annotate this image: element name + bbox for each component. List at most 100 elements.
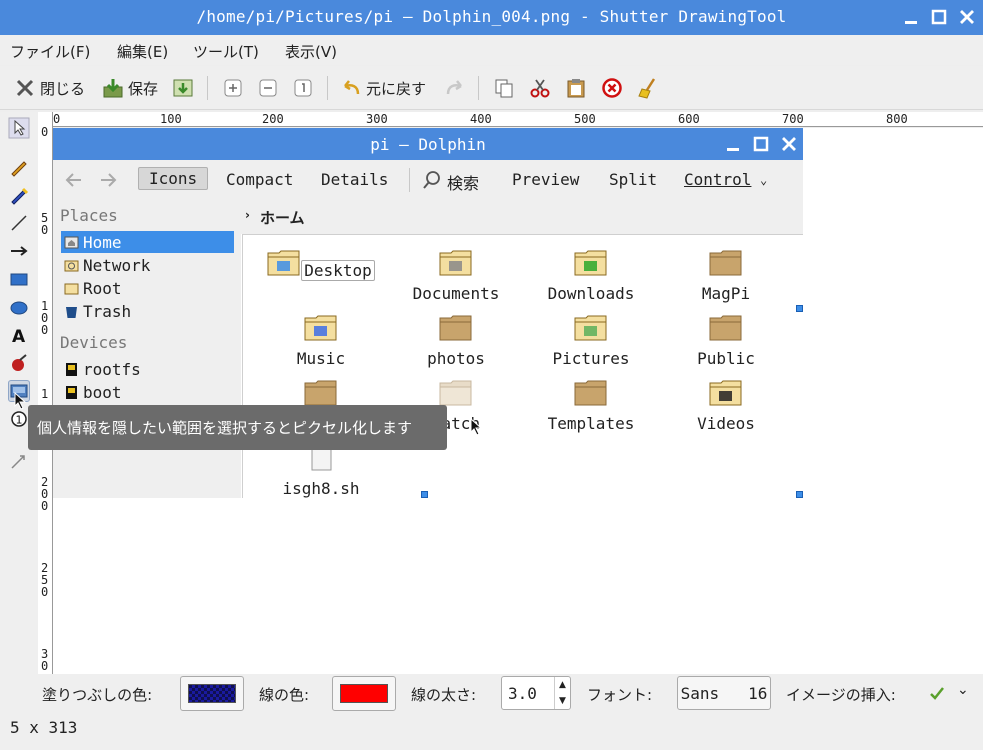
maximize-button[interactable] [930,8,948,26]
view-compact-button[interactable]: Compact [226,170,293,189]
menu-tools[interactable]: ツール(T) [193,41,259,62]
status-bar: 5 x 313 [0,714,983,750]
ruler-label: 2 0 0 [41,475,49,513]
file-item-label: Desktop [301,260,375,281]
clear-button[interactable] [637,76,663,100]
chevron-down-icon[interactable]: ⌄ [957,682,969,698]
folder-documents-icon [439,250,472,276]
file-item[interactable]: Videos [666,378,786,433]
checkmark-icon[interactable] [929,685,945,701]
export-icon [173,79,193,97]
view-icons-button[interactable]: Icons [138,167,209,190]
line-icon [11,215,27,231]
place-item-trash[interactable]: Trash [61,300,234,322]
view-details-button[interactable]: Details [321,170,388,189]
crop-tool[interactable] [8,450,30,472]
trash-icon [66,306,77,318]
place-item-label: Trash [83,301,132,321]
place-item-network[interactable]: Network [61,254,234,276]
select-tool[interactable] [8,117,30,139]
cut-button[interactable] [529,76,555,100]
line-width-value: 3.0 [508,684,537,703]
font-button[interactable]: Sans 16 [677,676,771,710]
file-item[interactable]: Music [261,313,381,368]
close-window-button[interactable] [958,8,976,26]
file-item[interactable]: MagPi [666,248,786,303]
chevron-down-icon: ⌄ [760,173,768,187]
control-menu-button[interactable]: Control [684,170,751,189]
file-item-label: Downloads [547,284,635,303]
file-item[interactable]: isgh8.sh [261,443,381,498]
file-item-label: Videos [697,414,755,433]
resize-handle[interactable] [796,305,803,312]
place-item-home[interactable]: Home [61,231,234,253]
undo-button[interactable]: 元に戻す [340,76,426,100]
resize-handle[interactable] [421,491,428,498]
copy-button[interactable] [493,76,519,100]
file-item[interactable]: Templates [531,378,651,433]
file-item[interactable]: Pictures [531,313,651,368]
menu-edit[interactable]: 編集(E) [117,41,168,62]
ruler-label: 300 [366,112,388,126]
device-item-boot[interactable]: boot [61,381,234,403]
ellipse-tool[interactable] [8,296,30,318]
file-item[interactable]: photos [396,313,516,368]
device-item-rootfs[interactable]: rootfs [61,358,234,380]
highlighter-icon [11,187,29,205]
highlighter-tool[interactable] [8,184,30,206]
save-button[interactable]: 保存 [102,76,158,100]
zoom-100-button[interactable] [292,76,318,100]
close-button[interactable]: 閉じる [14,76,85,100]
spin-down-icon[interactable]: ▼ [554,693,570,709]
spin-up-icon[interactable]: ▲ [554,677,570,693]
export-button[interactable] [172,76,198,100]
split-button[interactable]: Split [609,170,657,189]
menu-file[interactable]: ファイル(F) [10,41,90,62]
text-icon: A [12,327,26,347]
number-tool[interactable]: 1 [8,408,30,430]
file-item-label: Pictures [552,349,630,368]
save-button-label: 保存 [128,79,159,98]
broom-icon [638,78,656,99]
resize-handle[interactable] [796,491,803,498]
censor-tool[interactable] [8,352,30,374]
fill-color-button[interactable] [180,676,244,711]
zoom-in-button[interactable] [222,76,248,100]
file-item[interactable]: Desktop [261,248,381,281]
folder-videos-icon [709,380,742,406]
line-tool[interactable] [8,212,30,234]
svg-text:1: 1 [16,414,23,427]
breadcrumb-home[interactable]: ホーム [260,207,305,228]
folder-downloads-icon [574,250,607,276]
line-color-button[interactable] [332,676,396,711]
toolbar-separator [327,76,328,100]
file-item-label: Templates [547,414,635,433]
window-title: /home/pi/Pictures/pi — Dolphin_004.png -… [196,7,787,26]
file-item[interactable]: Public [666,313,786,368]
undo-button-label: 元に戻す [366,79,427,98]
delete-button[interactable] [601,76,627,100]
text-tool[interactable]: A [8,324,30,347]
arrow-tool[interactable] [8,240,30,262]
redo-button[interactable] [444,76,470,100]
menu-view[interactable]: 表示(V) [285,41,337,62]
freehand-tool[interactable] [8,156,30,178]
menu-bar: ファイル(F) 編集(E) ツール(T) 表示(V) [0,35,983,65]
pointer-icon [8,117,30,139]
ruler-label: 100 [160,112,182,126]
file-item[interactable]: Downloads [531,248,651,303]
line-width-spinner[interactable]: 3.0 ▲ ▼ [501,676,571,710]
preview-button[interactable]: Preview [512,170,579,189]
ellipse-icon [10,301,28,315]
file-item[interactable]: Documents [396,248,516,303]
rectangle-tool[interactable] [8,268,30,290]
save-icon [103,79,123,98]
search-button[interactable]: 検索 [447,170,479,194]
place-item-root[interactable]: Root [61,277,234,299]
zoom-out-button[interactable] [257,76,283,100]
drive-icon [66,362,77,376]
paste-button[interactable] [565,76,591,100]
minimize-button[interactable] [902,8,920,26]
line-color-swatch [340,684,388,703]
ruler-label: 200 [262,112,284,126]
